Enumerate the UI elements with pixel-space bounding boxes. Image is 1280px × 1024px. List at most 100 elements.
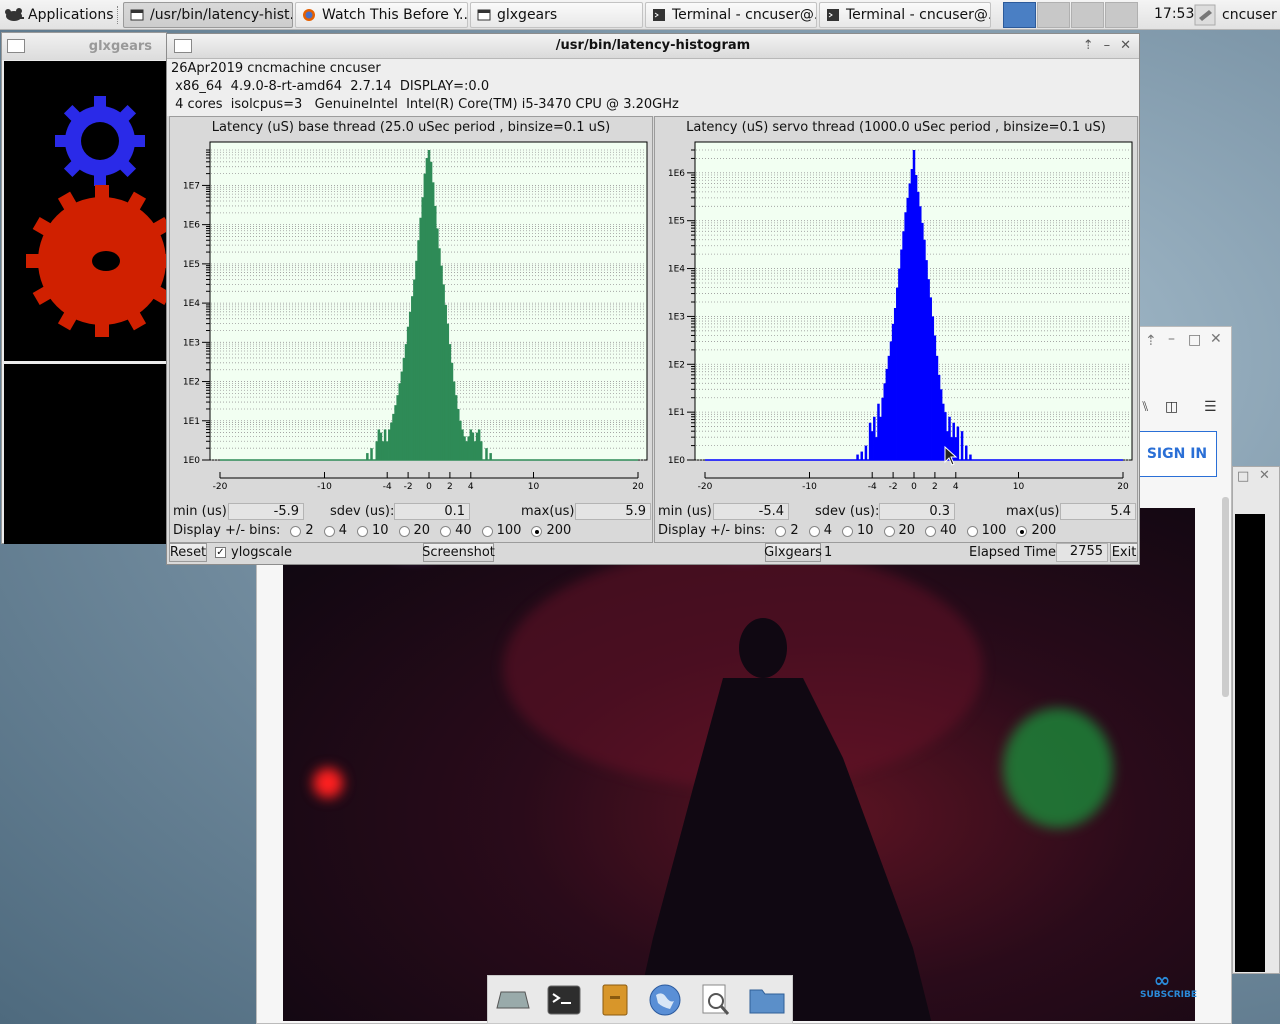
bins-radio-200[interactable]: [531, 526, 543, 537]
ylogscale-toggle[interactable]: ✓ ylogscale: [215, 545, 292, 560]
bins-option-label: 200: [546, 523, 572, 538]
latency-titlebar[interactable]: /usr/bin/latency-histogram ⇡ – ✕: [167, 34, 1139, 59]
bins-radio-4[interactable]: [808, 526, 820, 537]
task-label: Watch This Before Y...: [322, 7, 468, 23]
bins-radio-20[interactable]: [398, 526, 410, 537]
user-name: cncuser: [1222, 7, 1277, 23]
bins-radio-200[interactable]: [1016, 526, 1028, 537]
dock-terminal[interactable]: [545, 981, 583, 1019]
ylogscale-checkbox[interactable]: ✓: [215, 547, 226, 558]
firefox-icon: [303, 9, 315, 21]
dock-web-browser[interactable]: [646, 981, 684, 1019]
x-tick-label: -4: [868, 482, 877, 492]
bins-radio-10[interactable]: [841, 526, 853, 537]
dock-file-manager[interactable]: [596, 981, 634, 1019]
folder-icon: [749, 989, 785, 1013]
workspace-1[interactable]: [1003, 2, 1036, 28]
workspace-4[interactable]: [1105, 2, 1138, 28]
bins-option-label: 200: [1031, 523, 1057, 538]
glxgears-titlebar[interactable]: glxgears: [2, 33, 166, 60]
bins-radio-100[interactable]: [481, 526, 493, 537]
bins-radio-2[interactable]: [290, 526, 302, 537]
applications-menu[interactable]: Applications: [4, 4, 114, 26]
task-label: /usr/bin/latency-hist...: [150, 7, 293, 23]
library-icon[interactable]: ⑊: [1141, 399, 1149, 415]
base-histogram-chart: 1E01E11E21E31E41E51E61E7-20 -10 -4 -2 0 2 4 10 2…: [183, 141, 648, 492]
minimize-icon[interactable]: □: [1237, 469, 1249, 484]
close-icon[interactable]: ✕: [1120, 38, 1131, 53]
y-tick-label: 1E5: [183, 260, 200, 270]
applications-label: Applications: [28, 7, 114, 23]
workspace-2[interactable]: [1037, 2, 1070, 28]
bins-option-label: 20: [898, 523, 916, 538]
histogram-bar: [480, 441, 483, 460]
user-menu[interactable]: cncuser: [1194, 2, 1277, 28]
task-terminal-2[interactable]: Terminal - cncuser@...: [819, 2, 991, 28]
bins-option-label: 2: [305, 523, 314, 538]
sidebar-icon[interactable]: ◫: [1165, 399, 1178, 415]
workspace-pager: [1003, 2, 1138, 28]
sign-in-button[interactable]: SIGN IN: [1137, 431, 1217, 477]
bins-radio-10[interactable]: [356, 526, 368, 537]
bins-radio-2[interactable]: [775, 526, 787, 537]
min-label: min (us): [658, 504, 712, 519]
workspace-3[interactable]: [1071, 2, 1104, 28]
bins-radio-4[interactable]: [323, 526, 335, 537]
video-player[interactable]: [283, 508, 1195, 1021]
terminal-icon: [547, 985, 581, 1014]
task-label: Terminal - cncuser@...: [672, 7, 817, 23]
hamburger-menu-icon[interactable]: ☰: [1204, 399, 1217, 415]
window-menu-icon[interactable]: [7, 39, 25, 53]
servo-histogram-chart: 1E01E11E21E31E41E51E6-20 -10 -4 -2 0 2 4 10 20: [668, 141, 1133, 492]
xfce-mouse-icon: [5, 8, 24, 21]
y-tick-label: 1E3: [668, 312, 685, 322]
infinity-icon: ∞: [1153, 968, 1171, 992]
histogram-bar: [485, 448, 488, 460]
browser-minimize-icon[interactable]: –: [1168, 331, 1175, 347]
subscribe-label: SUBSCRIBE: [1140, 990, 1198, 1000]
base-stats: min (us) -5.9 sdev (us): 0.1 max(us) 5.9: [170, 503, 652, 521]
x-tick-label: 4: [953, 482, 959, 492]
browser-maximize-icon[interactable]: □: [1188, 332, 1201, 348]
reset-button[interactable]: Reset: [169, 543, 207, 562]
base-thread-pane: Latency (uS) base thread (25.0 uSec peri…: [169, 116, 653, 543]
dock: [487, 975, 793, 1024]
bins-option-label: 40: [455, 523, 472, 538]
info-line-cpu: 4 cores isolcpus=3 GenuineIntel Intel(R)…: [171, 97, 679, 112]
bins-option-label: 10: [856, 523, 874, 538]
y-tick-label: 1E4: [183, 299, 200, 309]
task-glxgears[interactable]: glxgears: [470, 2, 643, 28]
dock-show-desktop[interactable]: [494, 981, 532, 1019]
subscribe-logo[interactable]: ∞ SUBSCRIBE: [1140, 968, 1197, 1000]
exit-button[interactable]: Exit: [1110, 543, 1138, 562]
bins-radio-40[interactable]: [440, 526, 452, 537]
x-tick-label: -10: [802, 482, 817, 492]
clock[interactable]: 17:53: [1154, 6, 1194, 22]
scrollbar[interactable]: [1222, 497, 1229, 697]
task-terminal-1[interactable]: Terminal - cncuser@...: [645, 2, 817, 28]
glxgears-canvas: [4, 61, 178, 361]
task-firefox[interactable]: Watch This Before Y...: [295, 2, 468, 28]
system-info: 26Apr2019 cncmachine cncuser x86_64 4.9.…: [167, 59, 1139, 116]
glxgears-button[interactable]: Glxgears: [764, 543, 822, 562]
task-latency-histogram[interactable]: /usr/bin/latency-hist...: [123, 2, 293, 28]
close-icon[interactable]: ✕: [1259, 468, 1270, 483]
bins-radio-100[interactable]: [966, 526, 978, 537]
info-line-kernel: x86_64 4.9.0-8-rt-amd64 2.7.14 DISPLAY=:…: [171, 79, 490, 94]
y-tick-label: 1E0: [183, 456, 200, 466]
y-tick-label: 1E2: [668, 360, 685, 370]
screenshot-button[interactable]: Screenshot: [422, 543, 495, 562]
bins-option-label: 10: [371, 523, 389, 538]
shade-icon[interactable]: ⇡: [1083, 38, 1094, 53]
background-window-right: □ ✕: [1232, 466, 1280, 974]
browser-close-icon[interactable]: ✕: [1210, 331, 1222, 347]
minimize-icon[interactable]: –: [1104, 38, 1111, 53]
y-tick-label: 1E0: [668, 456, 685, 466]
bins-radio-40[interactable]: [925, 526, 937, 537]
dock-folder[interactable]: [748, 981, 786, 1019]
task-label: Terminal - cncuser@...: [846, 7, 991, 23]
y-tick-label: 1E5: [668, 217, 685, 227]
browser-shade-icon[interactable]: ⇡: [1145, 333, 1157, 349]
dock-app-finder[interactable]: [697, 981, 735, 1019]
bins-radio-20[interactable]: [883, 526, 895, 537]
